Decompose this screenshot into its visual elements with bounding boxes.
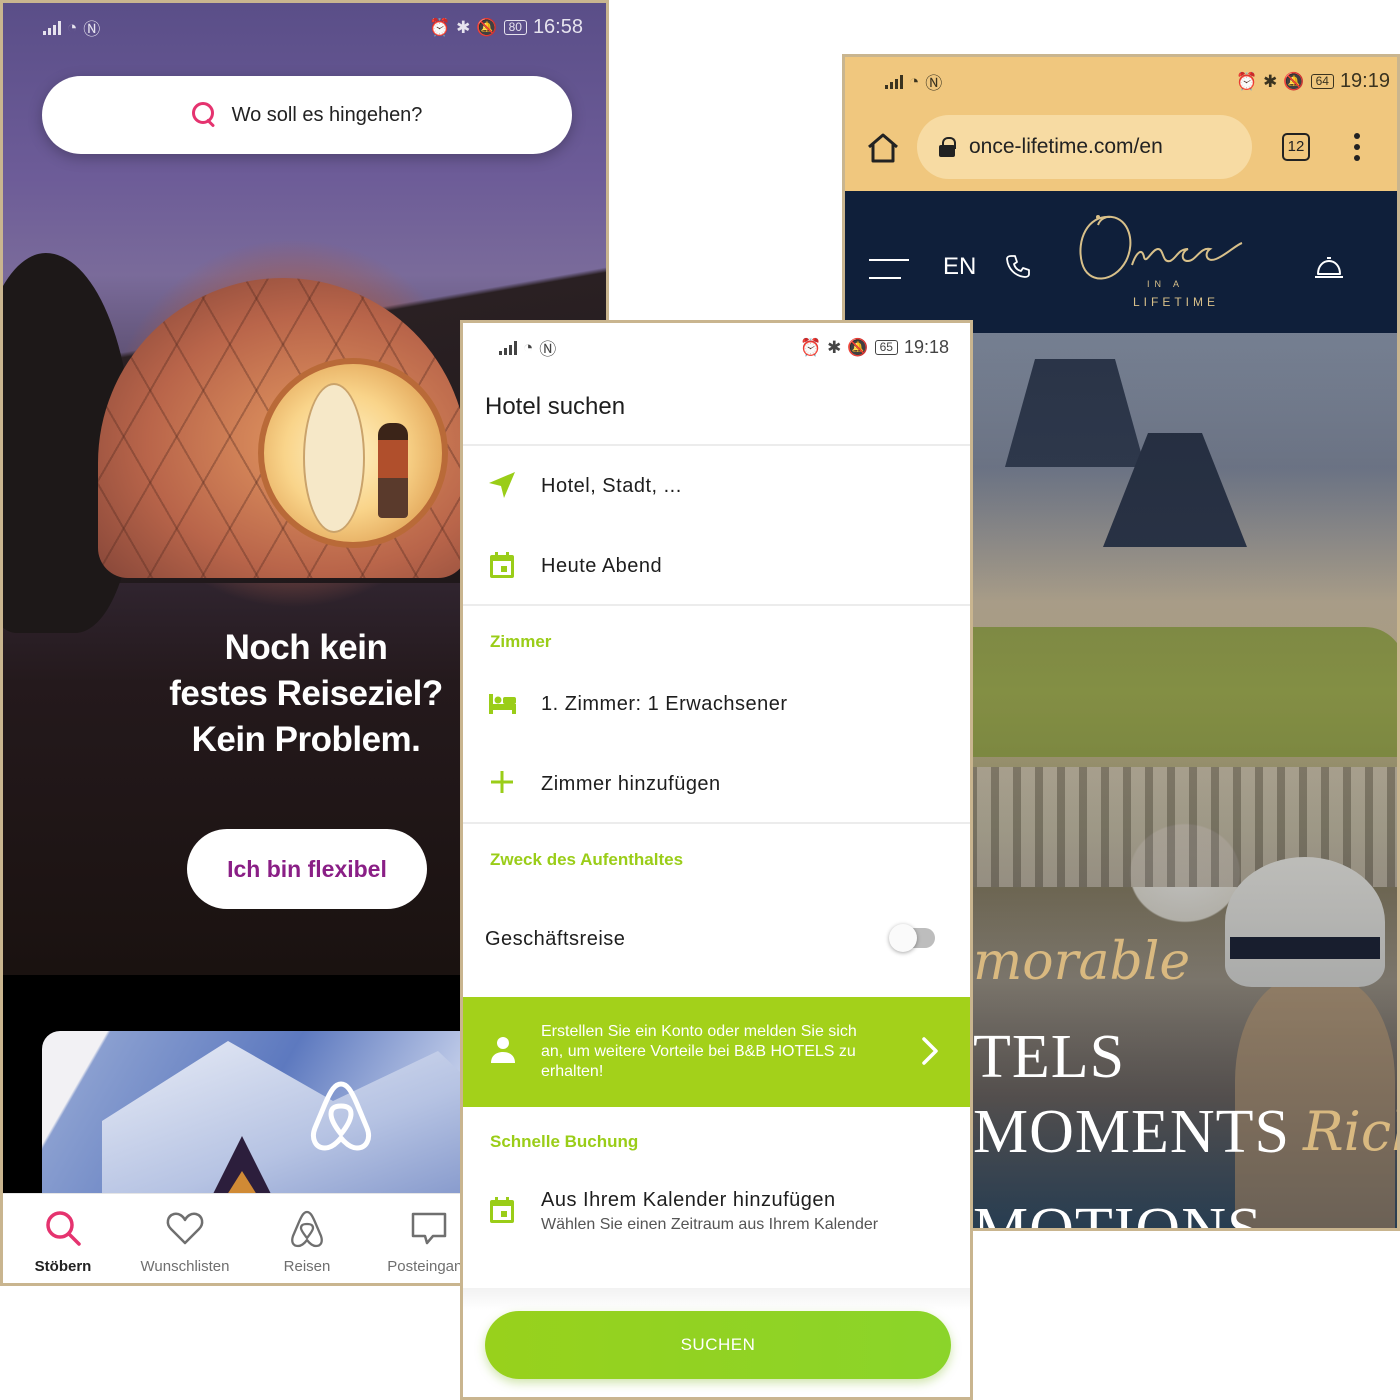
plus-icon [491, 771, 513, 793]
nfc-icon: Ⓝ [925, 74, 943, 93]
destination-input[interactable]: Hotel, Stadt, ... [541, 475, 682, 498]
status-time: 16:58 [532, 16, 583, 38]
search-placeholder: Wo soll es hingehen? [231, 103, 423, 126]
status-right: ⏰ ✱ 🔕 65 19:18 [800, 337, 949, 358]
alarm-icon: ⏰ [428, 17, 451, 37]
site-header: EN IN A LIFETIME [845, 191, 1397, 333]
bed-icon [489, 694, 516, 714]
battery-icon: 64 [1310, 74, 1334, 89]
status-left: ◔ Ⓝ [499, 335, 556, 360]
tab-label: Reisen [283, 1258, 331, 1275]
hero-line-1: TELS [973, 1023, 1126, 1091]
hero-script-text: Rich [1303, 1100, 1397, 1163]
status-time: 19:18 [903, 337, 949, 357]
status-bar: ◔ Ⓝ ⏰ ✱ 🔕 80 16:58 [43, 15, 583, 40]
alarm-icon: ⏰ [1235, 71, 1258, 91]
tab-browse[interactable]: Stöbern [3, 1194, 123, 1283]
divider [463, 444, 970, 446]
tab-wishlists[interactable]: Wunschlisten [125, 1194, 245, 1283]
signal-icon [885, 74, 903, 89]
hero-script-text: morable [973, 932, 1191, 992]
user-icon [491, 1037, 515, 1063]
hero-person [378, 423, 408, 518]
phone-icon[interactable] [1005, 253, 1031, 279]
nfc-icon: Ⓝ [83, 20, 101, 39]
status-time: 19:19 [1339, 70, 1390, 92]
rooms-section-title: Zimmer [490, 632, 552, 651]
search-icon [191, 102, 218, 128]
status-left: ◔ Ⓝ [43, 15, 100, 40]
room-summary[interactable]: 1. Zimmer: 1 Erwachsener [541, 693, 788, 716]
message-icon [411, 1212, 447, 1245]
page-title: Hotel suchen [485, 393, 626, 420]
search-icon [46, 1211, 81, 1246]
location-arrow-icon [489, 472, 515, 498]
bb-hotels-app-screen: ◔ Ⓝ ⏰ ✱ 🔕 65 19:18 Hotel suchen Hotel, S… [460, 320, 973, 1400]
concierge-bell-icon[interactable] [1313, 253, 1345, 281]
brand-tagline-top: IN A [1147, 279, 1185, 289]
hero-door-panel [303, 383, 365, 533]
chevron-right-icon [922, 1037, 938, 1065]
calendar-icon [490, 1197, 514, 1223]
bluetooth-icon: ✱ [1263, 71, 1278, 91]
divider [463, 822, 970, 824]
search-bar[interactable]: Wo soll es hingehen? [42, 76, 572, 154]
more-menu-icon[interactable] [1353, 133, 1361, 163]
battery-icon: 65 [874, 340, 898, 355]
signal-icon [499, 340, 517, 355]
hero-line-3: MOTIONS [973, 1196, 1263, 1231]
quick-booking-section-title: Schnelle Buchung [490, 1132, 639, 1151]
tab-label: Wunschlisten [140, 1258, 230, 1275]
purpose-section-title: Zweck des Aufenthaltes [490, 850, 684, 869]
lock-icon [939, 137, 956, 157]
headline-line-2: festes Reiseziel? [169, 674, 443, 713]
add-room-button[interactable]: Zimmer hinzufügen [541, 773, 721, 796]
battery-icon: 80 [503, 20, 527, 35]
tab-switcher-button[interactable]: 12 [1282, 133, 1310, 161]
address-url: once-lifetime.com/en [969, 135, 1163, 158]
nfc-icon: Ⓝ [539, 340, 557, 359]
airbnb-logo-icon [291, 1210, 323, 1248]
business-trip-label: Geschäftsreise [485, 928, 626, 950]
promo-text: Erstellen Sie ein Konto oder melden Sie … [541, 1023, 857, 1080]
alarm-icon: ⏰ [800, 337, 822, 357]
wifi-icon: ◔ [67, 17, 78, 37]
tab-trips[interactable]: Reisen [247, 1194, 367, 1283]
divider [463, 604, 970, 606]
tab-label: Stöbern [34, 1258, 92, 1275]
address-bar[interactable]: once-lifetime.com/en [917, 115, 1252, 179]
wifi-icon: ◔ [523, 337, 534, 357]
wifi-icon: ◔ [909, 71, 920, 91]
account-promo-banner[interactable]: Erstellen Sie ein Konto oder melden Sie … [463, 997, 970, 1107]
heart-icon [166, 1212, 204, 1245]
hamburger-menu-icon[interactable] [869, 259, 909, 279]
language-switch[interactable]: EN [943, 253, 976, 281]
business-trip-toggle[interactable] [889, 924, 935, 952]
status-right: ⏰ ✱ 🔕 80 16:58 [429, 16, 583, 39]
status-right: ⏰ ✱ 🔕 64 19:19 [1236, 70, 1390, 93]
status-left: ◔ Ⓝ [885, 69, 942, 94]
mute-icon: 🔕 [1283, 71, 1305, 91]
headline-line-3: Kein Problem. [191, 720, 421, 759]
brand-tagline-bottom: LIFETIME [1133, 295, 1220, 309]
mute-icon: 🔕 [847, 337, 869, 357]
date-field[interactable]: Heute Abend [541, 555, 662, 578]
flexible-button[interactable]: Ich bin flexibel [187, 829, 427, 909]
airbnb-logo-icon [310, 1081, 372, 1151]
hero-line-2: MOMENTS [973, 1098, 1291, 1166]
mute-icon: 🔕 [476, 17, 498, 37]
calendar-icon [490, 552, 514, 578]
signal-icon [43, 20, 61, 35]
headline-line-1: Noch kein [224, 628, 388, 667]
hero-headline: Noch kein festes Reiseziel? Kein Problem… [123, 625, 489, 763]
status-bar: ◔ Ⓝ ⏰ ✱ 🔕 65 19:18 [499, 335, 949, 360]
calendar-import-subtitle: Wählen Sie einen Zeitraum aus Ihrem Kale… [541, 1216, 879, 1233]
status-bar: ◔ Ⓝ ⏰ ✱ 🔕 64 19:19 [885, 69, 1390, 94]
home-icon[interactable] [865, 130, 901, 166]
bluetooth-icon: ✱ [827, 337, 842, 357]
search-button[interactable]: SUCHEN [485, 1311, 951, 1379]
calendar-import-button[interactable]: Aus Ihrem Kalender hinzufügen [541, 1189, 836, 1212]
bluetooth-icon: ✱ [456, 17, 471, 37]
